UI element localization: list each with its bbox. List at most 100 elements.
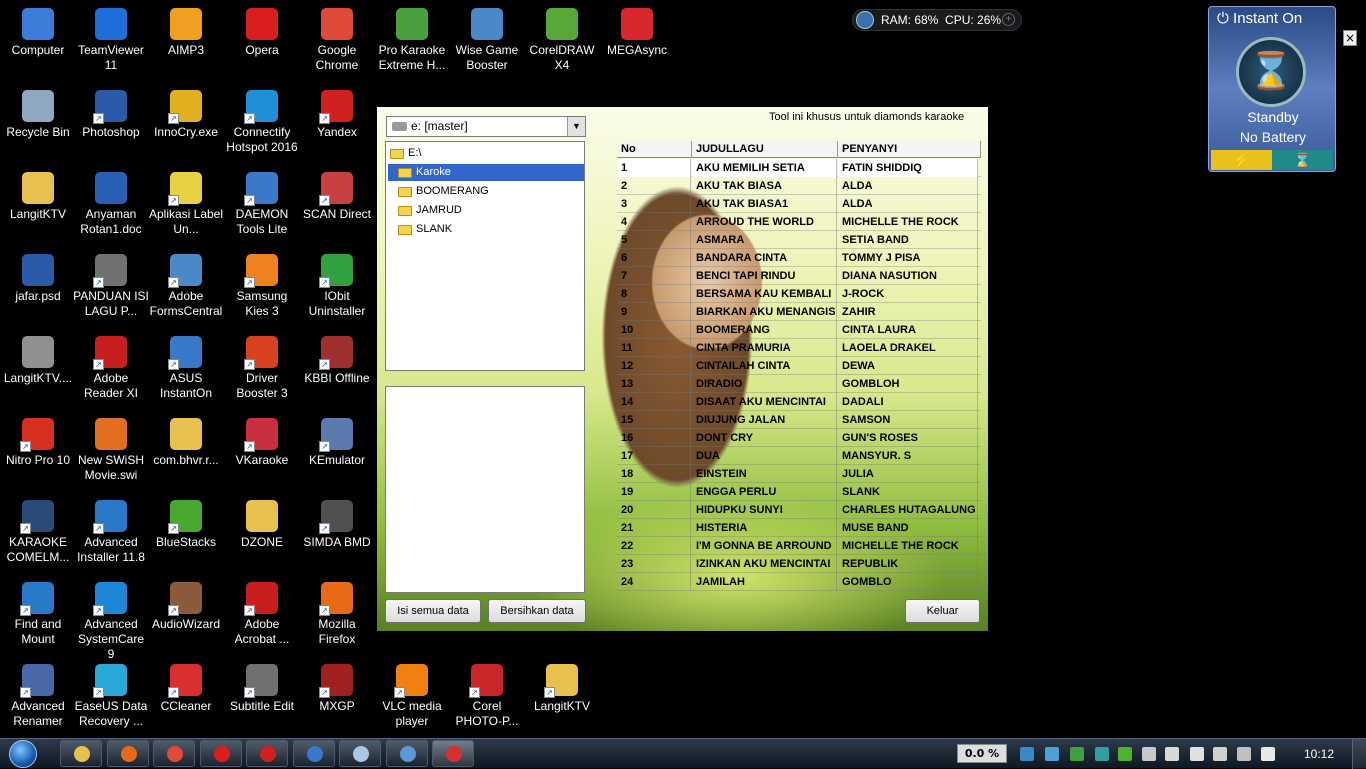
desktop-icon-vkaraoke[interactable]: ↗ VKaraoke bbox=[224, 414, 300, 494]
table-row[interactable]: 6 BANDARA CINTA TOMMY J PISA bbox=[617, 249, 981, 267]
desktop-icon-photoshop[interactable]: ↗ Photoshop bbox=[73, 86, 149, 166]
desktop-icon-langitktv[interactable]: LangitKTV bbox=[0, 168, 76, 248]
performance-gadget[interactable]: RAM: 68% CPU: 26% + bbox=[852, 9, 1022, 31]
desktop-icon-coreldraw-x4[interactable]: CorelDRAW X4 bbox=[524, 4, 600, 84]
standby-icon[interactable]: ⌛ bbox=[1272, 150, 1333, 170]
flag-icon[interactable] bbox=[1190, 747, 1204, 761]
taskbar-chrome-button[interactable] bbox=[153, 740, 195, 767]
table-row[interactable]: 7 BENCI TAPI RINDU DIANA NASUTION bbox=[617, 267, 981, 285]
desktop-icon-vlc-media-player[interactable]: ↗ VLC media player bbox=[374, 660, 450, 740]
clear-data-button[interactable]: Bersihkan data bbox=[488, 599, 586, 623]
desktop-icon-teamviewer-11[interactable]: TeamViewer 11 bbox=[73, 4, 149, 84]
desktop-icon-langitktv[interactable]: LangitKTV.... bbox=[0, 332, 76, 412]
desktop-icon-anyaman-rotan1-doc[interactable]: Anyaman Rotan1.doc bbox=[73, 168, 149, 248]
taskbar-opera-button[interactable] bbox=[199, 740, 242, 767]
app-tray-icon[interactable] bbox=[1095, 747, 1109, 761]
desktop-icon-adobe-formscentral[interactable]: ↗ Adobe FormsCentral bbox=[148, 250, 224, 330]
sync-icon[interactable] bbox=[1070, 747, 1084, 761]
display-icon[interactable] bbox=[1045, 747, 1059, 761]
keyboard-icon[interactable] bbox=[1142, 747, 1156, 761]
desktop-icon-google-chrome[interactable]: Google Chrome bbox=[299, 4, 375, 84]
desktop-icon-innocry-exe[interactable]: ↗ InnoCry.exe bbox=[148, 86, 224, 166]
network-icon[interactable] bbox=[1020, 747, 1034, 761]
battery-icon[interactable]: ⚡ bbox=[1211, 150, 1272, 170]
desktop-icon-dzone[interactable]: DZONE bbox=[224, 496, 300, 576]
desktop-icon-simda-bmd[interactable]: ↗ SIMDA BMD bbox=[299, 496, 375, 576]
printer-icon[interactable] bbox=[1165, 747, 1179, 761]
desktop-icon-ccleaner[interactable]: ↗ CCleaner bbox=[148, 660, 224, 740]
folder-tree[interactable]: E:\ Karoke BOOMERANG JAMRUD SLANK bbox=[385, 141, 585, 371]
volume-icon[interactable] bbox=[1261, 747, 1275, 761]
table-row[interactable]: 14 DISAAT AKU MENCINTAI DADALI bbox=[617, 393, 981, 411]
cpu-meter[interactable]: 0.0 % bbox=[957, 744, 1007, 763]
chevron-down-icon[interactable]: ▼ bbox=[567, 117, 585, 136]
table-row[interactable]: 11 CINTA PRAMURIA LAOELA DRAKEL bbox=[617, 339, 981, 357]
desktop-icon-easeus-data-recovery[interactable]: ↗ EaseUS Data Recovery ... bbox=[73, 660, 149, 740]
show-desktop-button[interactable] bbox=[1352, 739, 1366, 769]
file-list[interactable] bbox=[385, 386, 585, 593]
desktop-icon-pro-karaoke-extreme-h[interactable]: Pro Karaoke Extreme H... bbox=[374, 4, 450, 84]
desktop-icon-aplikasi-label-un[interactable]: ↗ Aplikasi Label Un... bbox=[148, 168, 224, 248]
taskbar-firefox-button[interactable] bbox=[106, 740, 149, 767]
table-row[interactable]: 15 DIUJUNG JALAN SAMSON bbox=[617, 411, 981, 429]
desktop-icon-mozilla-firefox[interactable]: ↗ Mozilla Firefox bbox=[299, 578, 375, 658]
taskbar-control-panel-button[interactable] bbox=[385, 740, 428, 767]
table-row[interactable]: 9 BIARKAN AKU MENANGIS ZAHIR bbox=[617, 303, 981, 321]
drive-select[interactable]: e: [master] ▼ bbox=[386, 116, 586, 137]
desktop-icon-mxgp[interactable]: ↗ MXGP bbox=[299, 660, 375, 740]
desktop-icon-yandex[interactable]: ↗ Yandex bbox=[299, 86, 375, 166]
table-row[interactable]: 12 CINTAILAH CINTA DEWA bbox=[617, 357, 981, 375]
refresh-icon[interactable] bbox=[1118, 747, 1132, 761]
desktop-icon-nitro-pro-10[interactable]: ↗ Nitro Pro 10 bbox=[0, 414, 76, 494]
table-row[interactable]: 13 DIRADIO GOMBLOH bbox=[617, 375, 981, 393]
table-row[interactable]: 10 BOOMERANG CINTA LAURA bbox=[617, 321, 981, 339]
column-singer[interactable]: PENYANYI bbox=[838, 141, 981, 158]
table-row[interactable]: 21 HISTERIA MUSE BAND bbox=[617, 519, 981, 537]
desktop-icon-advanced-installer-11-8[interactable]: ↗ Advanced Installer 11.8 bbox=[73, 496, 149, 576]
start-button[interactable] bbox=[2, 739, 46, 769]
tree-folder[interactable]: E:\ bbox=[388, 145, 421, 162]
song-grid[interactable]: No JUDULLAGU PENYANYI 1 AKU MEMILIH SETIA… bbox=[617, 141, 981, 591]
clock[interactable]: 10:12 bbox=[1304, 747, 1334, 761]
desktop-icon-corel-photo-p[interactable]: ↗ Corel PHOTO-P... bbox=[449, 660, 525, 740]
tree-folder[interactable]: Karoke bbox=[388, 164, 584, 181]
exit-button[interactable]: Keluar bbox=[905, 599, 980, 623]
taskbar-karaoke-app-button[interactable] bbox=[432, 740, 474, 767]
desktop-icon-jafar-psd[interactable]: jafar.psd bbox=[0, 250, 76, 330]
desktop-icon-recycle-bin[interactable]: Recycle Bin bbox=[0, 86, 76, 166]
desktop-icon-audiowizard[interactable]: ↗ AudioWizard bbox=[148, 578, 224, 658]
table-row[interactable]: 18 EINSTEIN JULIA bbox=[617, 465, 981, 483]
desktop-icon-wise-game-booster[interactable]: Wise Game Booster bbox=[449, 4, 525, 84]
table-row[interactable]: 8 BERSAMA KAU KEMBALI J-ROCK bbox=[617, 285, 981, 303]
taskbar-teamviewer-button[interactable] bbox=[292, 740, 335, 767]
table-row[interactable]: 23 IZINKAN AKU MENCINTAI REPUBLIK bbox=[617, 555, 981, 573]
tree-folder[interactable]: JAMRUD bbox=[396, 202, 462, 219]
desktop-icon-opera[interactable]: Opera bbox=[224, 4, 300, 84]
table-row[interactable]: 5 ASMARA SETIA BAND bbox=[617, 231, 981, 249]
desktop-icon-new-swish-movie-swi[interactable]: New SWiSH Movie.swi bbox=[73, 414, 149, 494]
desktop-icon-adobe-acrobat[interactable]: ↗ Adobe Acrobat ... bbox=[224, 578, 300, 658]
taskbar-yandex-button[interactable] bbox=[246, 740, 288, 767]
table-row[interactable]: 24 JAMILAH GOMBLO bbox=[617, 573, 981, 591]
taskbar-notepad-button[interactable] bbox=[339, 740, 381, 767]
column-title[interactable]: JUDULLAGU bbox=[692, 141, 838, 158]
table-row[interactable]: 19 ENGGA PERLU SLANK bbox=[617, 483, 981, 501]
table-row[interactable]: 1 AKU MEMILIH SETIA FATIN SHIDDIQ bbox=[617, 159, 981, 177]
fill-all-data-button[interactable]: Isi semua data bbox=[385, 599, 481, 623]
taskbar-explorer-button[interactable] bbox=[60, 740, 102, 767]
desktop-icon-find-and-mount[interactable]: ↗ Find and Mount bbox=[0, 578, 76, 658]
column-no[interactable]: No bbox=[617, 141, 692, 158]
desktop-icon-kemulator[interactable]: ↗ KEmulator bbox=[299, 414, 375, 494]
desktop-icon-asus-instanton[interactable]: ↗ ASUS InstantOn bbox=[148, 332, 224, 412]
desktop-icon-subtitle-edit[interactable]: ↗ Subtitle Edit bbox=[224, 660, 300, 740]
table-row[interactable]: 4 ARROUD THE WORLD MICHELLE THE ROCK bbox=[617, 213, 981, 231]
table-row[interactable]: 22 I'M GONNA BE ARROUND MICHELLE THE ROCK bbox=[617, 537, 981, 555]
table-row[interactable]: 20 HIDUPKU SUNYI CHARLES HUTAGALUNG bbox=[617, 501, 981, 519]
desktop-icon-driver-booster-3[interactable]: ↗ Driver Booster 3 bbox=[224, 332, 300, 412]
desktop-icon-kbbi-offline[interactable]: ↗ KBBI Offline bbox=[299, 332, 375, 412]
desktop-icon-scan-direct[interactable]: ↗ SCAN Direct bbox=[299, 168, 375, 248]
desktop-icon-advanced-systemcare-9[interactable]: ↗ Advanced SystemCare 9 bbox=[73, 578, 149, 661]
power-icon[interactable] bbox=[1213, 747, 1227, 761]
tree-folder[interactable]: SLANK bbox=[396, 221, 452, 238]
desktop-icon-panduan-isi-lagu-p[interactable]: ↗ PANDUAN ISI LAGU P... bbox=[73, 250, 149, 330]
